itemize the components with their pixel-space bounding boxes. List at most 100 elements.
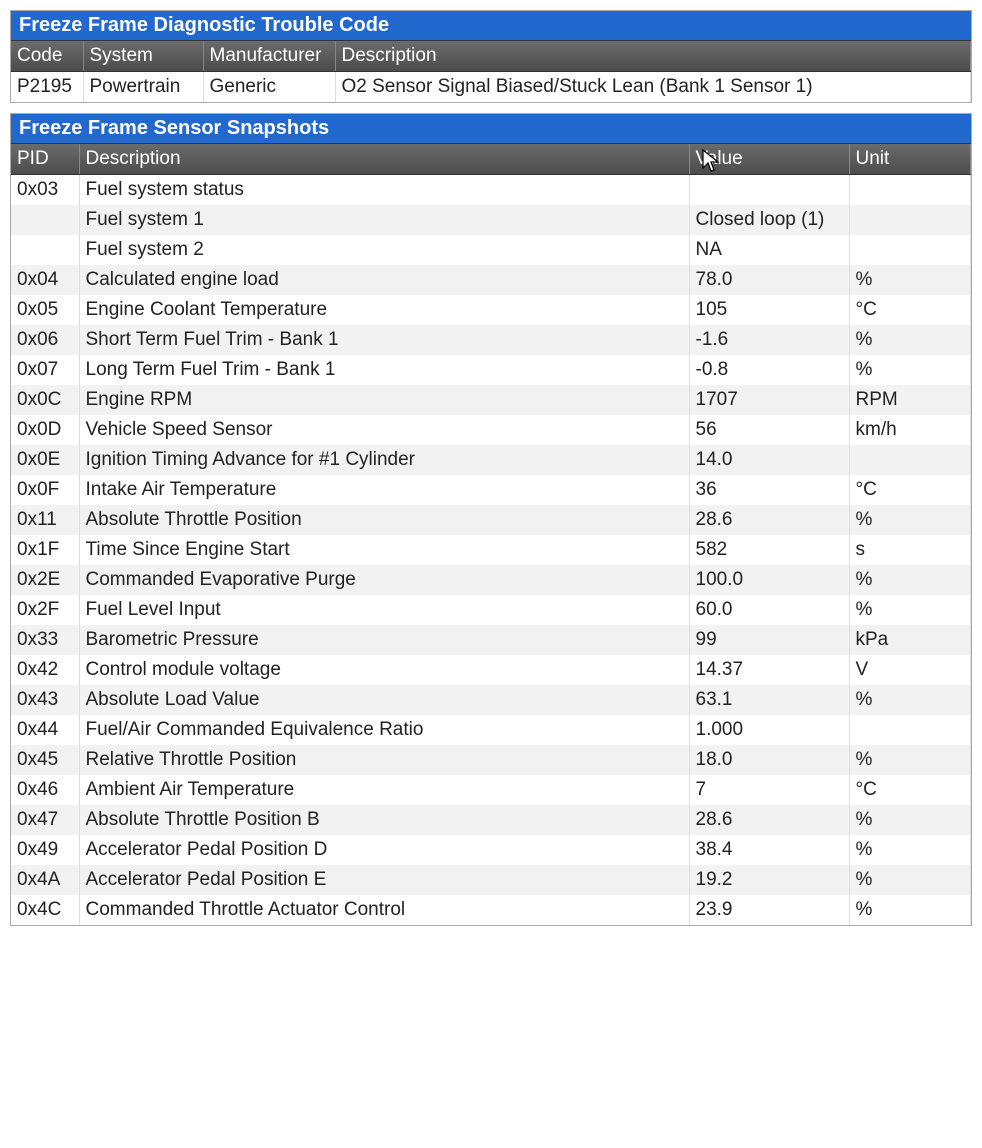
sensor-cell-value: 1.000	[689, 715, 849, 745]
sensor-cell-desc: Fuel/Air Commanded Equivalence Ratio	[79, 715, 689, 745]
sensor-cell-desc: Calculated engine load	[79, 265, 689, 295]
dtc-panel-title: Freeze Frame Diagnostic Trouble Code	[11, 11, 971, 41]
sensor-row[interactable]: 0x2ECommanded Evaporative Purge100.0%	[11, 565, 971, 595]
sensor-cell-unit: %	[849, 325, 971, 355]
sensor-row[interactable]: 0x45Relative Throttle Position18.0%	[11, 745, 971, 775]
dtc-header-description[interactable]: Description	[335, 41, 971, 72]
sensor-cell-pid	[11, 235, 79, 265]
sensor-row[interactable]: 0x11Absolute Throttle Position28.6%	[11, 505, 971, 535]
sensor-cell-desc: Ignition Timing Advance for #1 Cylinder	[79, 445, 689, 475]
sensor-row[interactable]: 0x44Fuel/Air Commanded Equivalence Ratio…	[11, 715, 971, 745]
sensor-row[interactable]: 0x42Control module voltage14.37V	[11, 655, 971, 685]
sensor-cell-unit: RPM	[849, 385, 971, 415]
sensor-cell-value: 1707	[689, 385, 849, 415]
sensor-table: PID Description Value Unit 0x03Fuel syst…	[11, 144, 971, 925]
dtc-header-manufacturer[interactable]: Manufacturer	[203, 41, 335, 72]
sensor-cell-value: Closed loop (1)	[689, 205, 849, 235]
sensor-cell-value: 14.37	[689, 655, 849, 685]
sensor-row[interactable]: Fuel system 1Closed loop (1)	[11, 205, 971, 235]
sensor-cell-value: -0.8	[689, 355, 849, 385]
sensor-cell-value: 38.4	[689, 835, 849, 865]
sensor-panel: Freeze Frame Sensor Snapshots PID Descri…	[10, 113, 972, 926]
sensor-row[interactable]: 0x0FIntake Air Temperature36°C	[11, 475, 971, 505]
sensor-row[interactable]: 0x47Absolute Throttle Position B28.6%	[11, 805, 971, 835]
sensor-cell-desc: Fuel system status	[79, 175, 689, 206]
sensor-cell-pid: 0x2E	[11, 565, 79, 595]
sensor-row[interactable]: 0x03Fuel system status	[11, 175, 971, 206]
sensor-cell-unit: km/h	[849, 415, 971, 445]
sensor-row[interactable]: 0x06Short Term Fuel Trim - Bank 1-1.6%	[11, 325, 971, 355]
sensor-cell-value: 7	[689, 775, 849, 805]
dtc-header-system[interactable]: System	[83, 41, 203, 72]
sensor-cell-desc: Long Term Fuel Trim - Bank 1	[79, 355, 689, 385]
sensor-cell-desc: Absolute Throttle Position	[79, 505, 689, 535]
sensor-cell-value: 60.0	[689, 595, 849, 625]
sensor-cell-pid: 0x0C	[11, 385, 79, 415]
sensor-row[interactable]: 0x43Absolute Load Value63.1%	[11, 685, 971, 715]
sensor-row[interactable]: 0x4CCommanded Throttle Actuator Control2…	[11, 895, 971, 925]
sensor-cell-pid: 0x46	[11, 775, 79, 805]
sensor-cell-unit	[849, 235, 971, 265]
sensor-row[interactable]: 0x2FFuel Level Input60.0%	[11, 595, 971, 625]
sensor-cell-value: 28.6	[689, 805, 849, 835]
sensor-cell-value: 23.9	[689, 895, 849, 925]
sensor-cell-desc: Relative Throttle Position	[79, 745, 689, 775]
sensor-cell-pid	[11, 205, 79, 235]
sensor-cell-value: -1.6	[689, 325, 849, 355]
dtc-header-row: Code System Manufacturer Description	[11, 41, 971, 72]
sensor-cell-value: 36	[689, 475, 849, 505]
dtc-panel: Freeze Frame Diagnostic Trouble Code Cod…	[10, 10, 972, 103]
sensor-cell-unit: %	[849, 745, 971, 775]
sensor-row[interactable]: Fuel system 2NA	[11, 235, 971, 265]
sensor-cell-desc: Ambient Air Temperature	[79, 775, 689, 805]
dtc-code: P2195	[11, 72, 83, 103]
sensor-cell-value	[689, 175, 849, 206]
sensor-cell-desc: Commanded Evaporative Purge	[79, 565, 689, 595]
sensor-cell-desc: Short Term Fuel Trim - Bank 1	[79, 325, 689, 355]
sensor-cell-pid: 0x0E	[11, 445, 79, 475]
sensor-header-description[interactable]: Description	[79, 144, 689, 175]
sensor-cell-value: 63.1	[689, 685, 849, 715]
dtc-manufacturer: Generic	[203, 72, 335, 103]
sensor-row[interactable]: 0x49Accelerator Pedal Position D38.4%	[11, 835, 971, 865]
sensor-row[interactable]: 0x0DVehicle Speed Sensor56km/h	[11, 415, 971, 445]
sensor-header-pid[interactable]: PID	[11, 144, 79, 175]
sensor-cell-desc: Absolute Throttle Position B	[79, 805, 689, 835]
sensor-cell-unit: s	[849, 535, 971, 565]
sensor-cell-pid: 0x47	[11, 805, 79, 835]
sensor-cell-value: 19.2	[689, 865, 849, 895]
sensor-row[interactable]: 0x0CEngine RPM1707RPM	[11, 385, 971, 415]
sensor-row[interactable]: 0x4AAccelerator Pedal Position E19.2%	[11, 865, 971, 895]
sensor-cell-value: 18.0	[689, 745, 849, 775]
sensor-cell-value: 582	[689, 535, 849, 565]
sensor-cell-unit: %	[849, 595, 971, 625]
sensor-cell-unit: °C	[849, 475, 971, 505]
sensor-cell-desc: Control module voltage	[79, 655, 689, 685]
sensor-row[interactable]: 0x0EIgnition Timing Advance for #1 Cylin…	[11, 445, 971, 475]
sensor-cell-pid: 0x06	[11, 325, 79, 355]
sensor-row[interactable]: 0x04Calculated engine load78.0%	[11, 265, 971, 295]
sensor-cell-value: 99	[689, 625, 849, 655]
sensor-cell-pid: 0x0D	[11, 415, 79, 445]
sensor-row[interactable]: 0x1FTime Since Engine Start582s	[11, 535, 971, 565]
sensor-cell-unit	[849, 175, 971, 206]
sensor-cell-value: 56	[689, 415, 849, 445]
dtc-header-code[interactable]: Code	[11, 41, 83, 72]
sensor-cell-pid: 0x4A	[11, 865, 79, 895]
dtc-system: Powertrain	[83, 72, 203, 103]
sensor-header-unit[interactable]: Unit	[849, 144, 971, 175]
sensor-row[interactable]: 0x33Barometric Pressure99kPa	[11, 625, 971, 655]
sensor-cell-pid: 0x04	[11, 265, 79, 295]
dtc-table: Code System Manufacturer Description P21…	[11, 41, 971, 102]
sensor-row[interactable]: 0x07Long Term Fuel Trim - Bank 1-0.8%	[11, 355, 971, 385]
sensor-cell-unit: %	[849, 685, 971, 715]
sensor-header-value[interactable]: Value	[689, 144, 849, 175]
sensor-row[interactable]: 0x05Engine Coolant Temperature105°C	[11, 295, 971, 325]
sensor-cell-unit: %	[849, 265, 971, 295]
sensor-cell-desc: Absolute Load Value	[79, 685, 689, 715]
sensor-cell-unit: kPa	[849, 625, 971, 655]
dtc-row[interactable]: P2195 Powertrain Generic O2 Sensor Signa…	[11, 72, 971, 103]
sensor-cell-desc: Fuel Level Input	[79, 595, 689, 625]
sensor-cell-value: 100.0	[689, 565, 849, 595]
sensor-row[interactable]: 0x46Ambient Air Temperature7°C	[11, 775, 971, 805]
